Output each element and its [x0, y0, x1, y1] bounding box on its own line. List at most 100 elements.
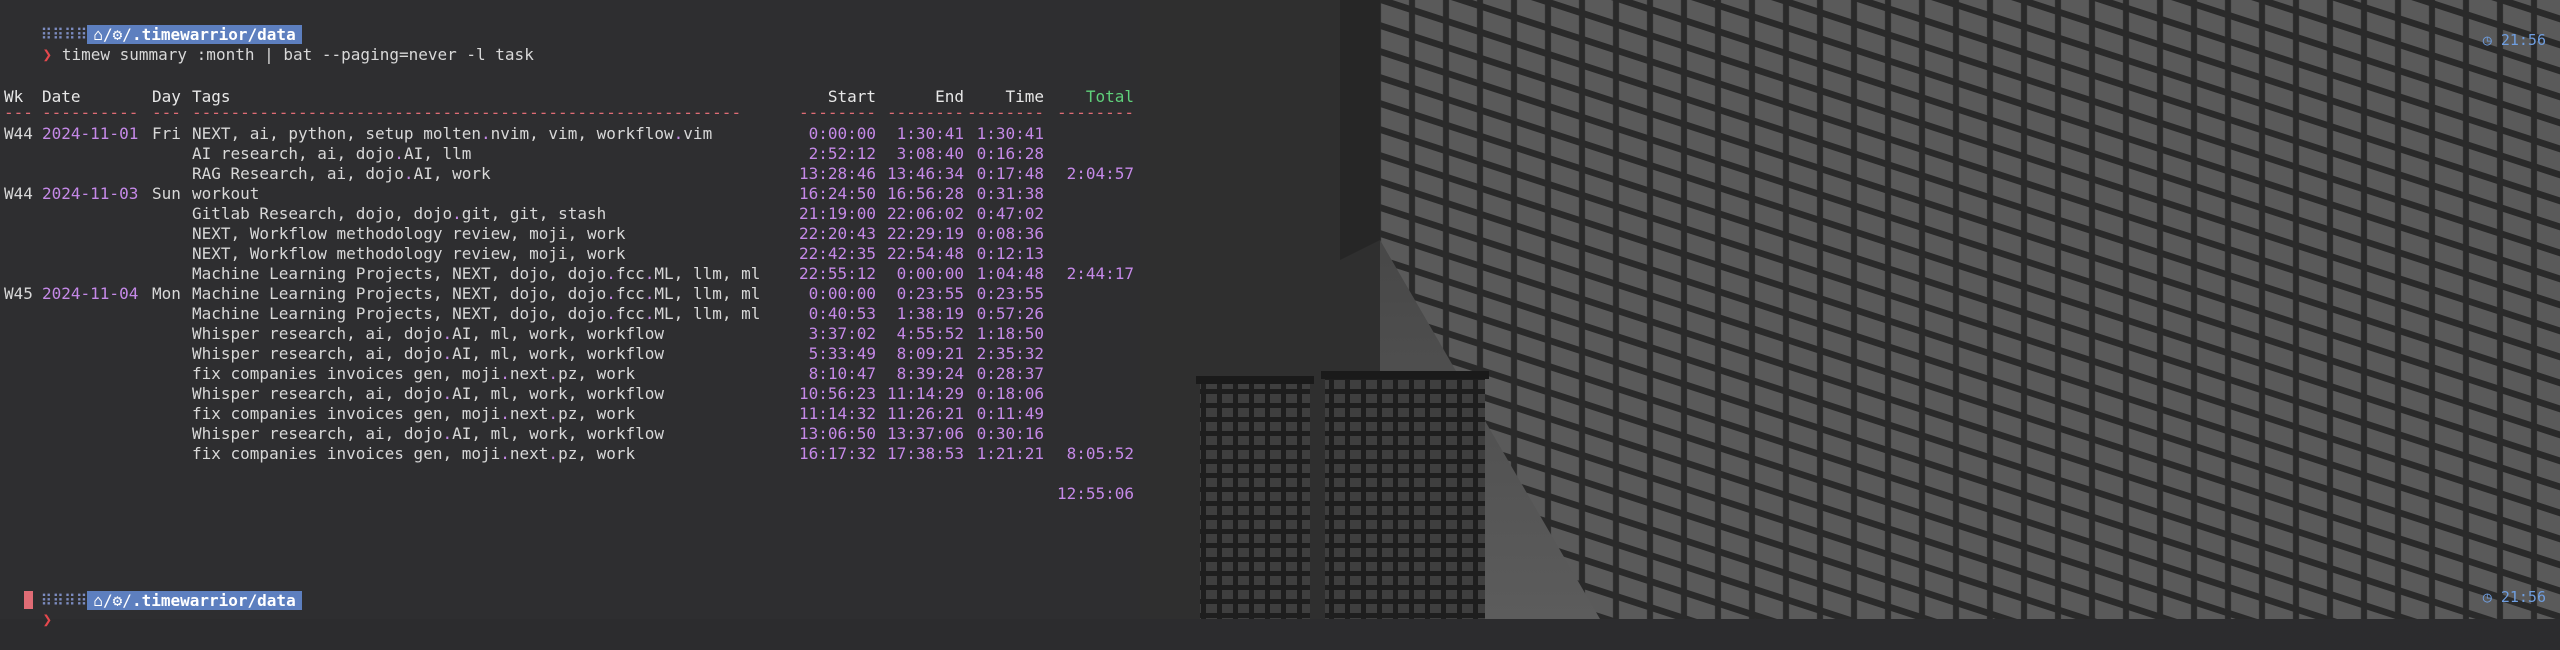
row-10-tags: Whisper research, ai, dojo.AI, ml, work,… — [192, 324, 665, 343]
row-1-end: 3:08:40 — [896, 144, 964, 163]
row-3-time: 0:31:38 — [976, 184, 1044, 203]
row-7-tags: Machine Learning Projects, NEXT, dojo, d… — [192, 264, 761, 283]
terminal-window[interactable]: ⠿⠿⠿⠿ ⌂/⚙/.timewarrior/data ❯ timew summar… — [0, 0, 1140, 629]
row-16-tags: fix companies invoices gen, moji.next.pz… — [192, 444, 636, 463]
row-2-time: 0:17:48 — [976, 164, 1044, 183]
row-10-start: 3:37:02 — [808, 324, 876, 343]
row-5-tags: NEXT, Workflow methodology review, moji,… — [192, 224, 626, 243]
row-6-tags: NEXT, Workflow methodology review, moji,… — [192, 244, 626, 263]
separator-total: -------- — [1056, 103, 1134, 122]
row-14-start: 11:14:32 — [798, 404, 876, 423]
row-16-total: 8:05:52 — [1066, 444, 1134, 463]
bottom-clock: ◷ 21:56 — [2483, 588, 2546, 606]
desktop-wallpaper: ◷ 21:56 ◷ 21:56 — [1140, 0, 2560, 619]
row-3-tags: workout — [192, 184, 260, 203]
row-14-time: 0:11:49 — [976, 404, 1044, 423]
separator-time: -------- — [966, 103, 1044, 122]
row-3-end: 16:56:28 — [886, 184, 964, 203]
prompt-segment-bottom: ⠿⠿⠿⠿ ⌂/⚙/.timewarrior/data — [2, 568, 302, 610]
row-2-tags: RAG Research, ai, dojo.AI, work — [192, 164, 491, 183]
row-8-date: 2024-11-04 — [42, 284, 139, 303]
row-8-time: 0:23:55 — [976, 284, 1044, 303]
row-11-start: 5:33:49 — [808, 344, 876, 363]
bottom-clock-time: 21:56 — [2500, 588, 2546, 606]
row-9-end: 1:38:19 — [896, 304, 964, 323]
separator-tags: ----------------------------------------… — [192, 103, 742, 122]
row-0-wk: W44 — [4, 124, 33, 143]
row-12-start: 8:10:47 — [808, 364, 876, 383]
row-12-time: 0:28:37 — [976, 364, 1044, 383]
row-14-tags: fix companies invoices gen, moji.next.pz… — [192, 404, 636, 423]
row-7-time: 1:04:48 — [976, 264, 1044, 283]
row-9-start: 0:40:53 — [808, 304, 876, 323]
row-0-end: 1:30:41 — [896, 124, 964, 143]
row-8-day: Mon — [152, 284, 181, 303]
row-4-start: 21:19:00 — [798, 204, 876, 223]
prompt-path-label-bottom: .timewarrior/data — [131, 591, 296, 610]
row-12-tags: fix companies invoices gen, moji.next.pz… — [192, 364, 636, 383]
row-9-time: 0:57:26 — [976, 304, 1044, 323]
row-7-end: 0:00:00 — [896, 264, 964, 283]
prompt-segment-top: ⠿⠿⠿⠿ ⌂/⚙/.timewarrior/data — [2, 2, 302, 44]
row-8-tags: Machine Learning Projects, NEXT, dojo, d… — [192, 284, 761, 303]
row-16-time: 1:21:21 — [976, 444, 1044, 463]
clock-icon-bottom: ◷ — [2482, 588, 2492, 606]
row-3-day: Sun — [152, 184, 181, 203]
building-image — [1140, 0, 2560, 619]
row-11-tags: Whisper research, ai, dojo.AI, ml, work,… — [192, 344, 665, 363]
row-1-start: 2:52:12 — [808, 144, 876, 163]
prompt-path-bottom: ⌂/⚙/.timewarrior/data — [87, 591, 302, 610]
row-12-end: 8:39:24 — [896, 364, 964, 383]
command-text[interactable]: timew summary :month | bat --paging=neve… — [62, 45, 534, 64]
row-15-time: 0:30:16 — [976, 424, 1044, 443]
grand-total: 12:55:06 — [1056, 484, 1134, 503]
row-15-start: 13:06:50 — [798, 424, 876, 443]
row-13-tags: Whisper research, ai, dojo.AI, ml, work,… — [192, 384, 665, 403]
row-6-end: 22:54:48 — [886, 244, 964, 263]
top-clock-time: 21:56 — [2500, 31, 2546, 49]
row-0-time: 1:30:41 — [976, 124, 1044, 143]
row-5-end: 22:29:19 — [886, 224, 964, 243]
row-8-end: 0:23:55 — [896, 284, 964, 303]
row-2-end: 13:46:34 — [886, 164, 964, 183]
row-3-wk: W44 — [4, 184, 33, 203]
row-4-end: 22:06:02 — [886, 204, 964, 223]
row-14-end: 11:26:21 — [886, 404, 964, 423]
row-2-start: 13:28:46 — [798, 164, 876, 183]
row-11-time: 2:35:32 — [976, 344, 1044, 363]
row-4-tags: Gitlab Research, dojo, dojo.git, git, st… — [192, 204, 607, 223]
separator-date: ---------- — [42, 103, 139, 122]
row-1-time: 0:16:28 — [976, 144, 1044, 163]
row-15-end: 13:37:06 — [886, 424, 964, 443]
row-15-tags: Whisper research, ai, dojo.AI, ml, work,… — [192, 424, 665, 443]
row-16-start: 16:17:32 — [798, 444, 876, 463]
top-clock: ◷ 21:56 — [2483, 31, 2546, 49]
row-13-start: 10:56:23 — [798, 384, 876, 403]
row-3-date: 2024-11-03 — [42, 184, 139, 203]
text-cursor — [24, 591, 33, 609]
row-6-start: 22:42:35 — [798, 244, 876, 263]
row-5-time: 0:08:36 — [976, 224, 1044, 243]
clock-icon: ◷ — [2482, 31, 2492, 49]
separator-wk: --- — [4, 103, 33, 122]
row-7-total: 2:44:17 — [1066, 264, 1134, 283]
row-4-time: 0:47:02 — [976, 204, 1044, 223]
row-9-tags: Machine Learning Projects, NEXT, dojo, d… — [192, 304, 761, 323]
row-1-tags: AI research, ai, dojo.AI, llm — [192, 144, 472, 163]
row-8-wk: W45 — [4, 284, 33, 303]
prompt-arrow-icon: ❯ — [42, 45, 53, 64]
prompt-arrow-icon-bottom: ❯ — [42, 610, 53, 629]
separator-day: --- — [152, 103, 181, 122]
row-13-time: 0:18:06 — [976, 384, 1044, 403]
row-6-time: 0:12:13 — [976, 244, 1044, 263]
separator-end: -------- — [886, 103, 964, 122]
row-13-end: 11:14:29 — [886, 384, 964, 403]
row-0-start: 0:00:00 — [808, 124, 876, 143]
row-10-end: 4:55:52 — [896, 324, 964, 343]
row-8-start: 0:00:00 — [808, 284, 876, 303]
command-line: ❯ timew summary :month | bat --paging=ne… — [4, 25, 534, 64]
row-11-end: 8:09:21 — [896, 344, 964, 363]
row-0-day: Fri — [152, 124, 181, 143]
row-10-time: 1:18:50 — [976, 324, 1044, 343]
row-2-total: 2:04:57 — [1066, 164, 1134, 183]
